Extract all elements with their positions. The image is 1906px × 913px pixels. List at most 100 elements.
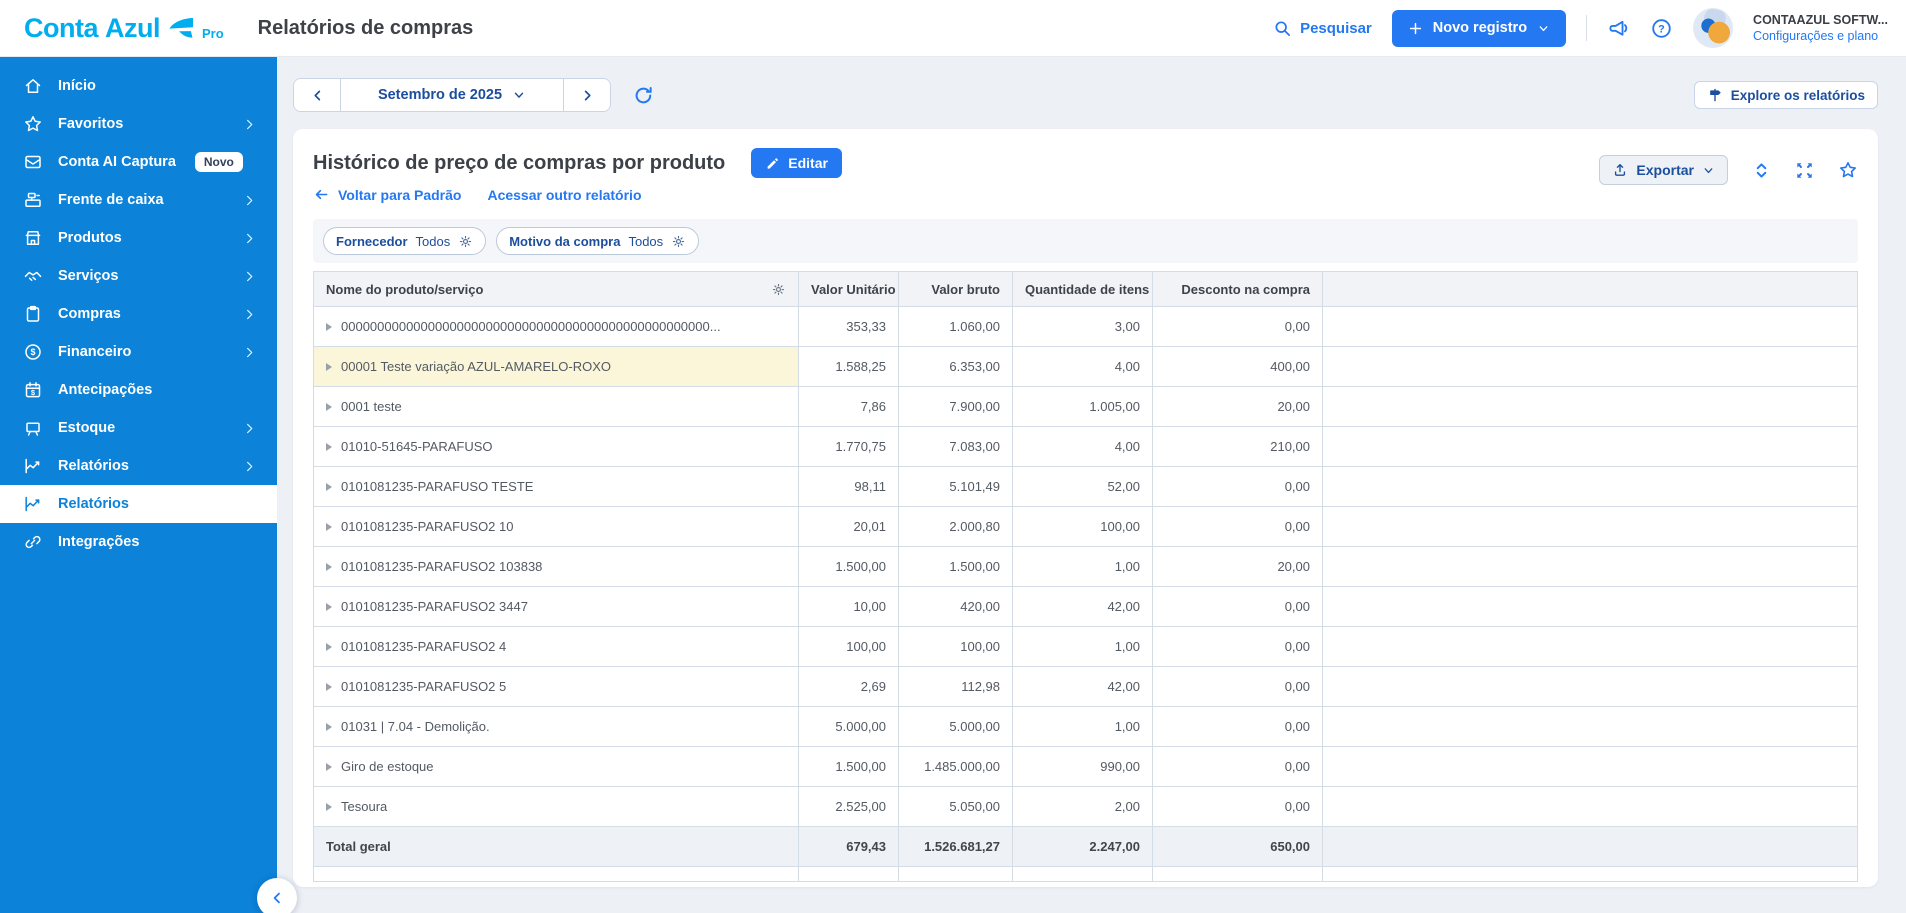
discount-cell: 0,00 xyxy=(1153,507,1323,547)
expand-row-icon[interactable] xyxy=(326,683,332,691)
unit-cell: 7,86 xyxy=(799,387,899,427)
sidebar-item-label: Serviços xyxy=(58,268,118,284)
table-row[interactable]: 0101081235-PARAFUSO2 344710,00420,0042,0… xyxy=(314,587,1858,627)
sidebar-item-frente-de-caixa[interactable]: Frente de caixa xyxy=(0,181,277,219)
dollar-circle-icon: $ xyxy=(23,342,43,362)
sidebar-collapse-button[interactable] xyxy=(257,878,297,913)
discount-cell: 0,00 xyxy=(1153,467,1323,507)
export-icon xyxy=(1612,162,1628,178)
new-record-button[interactable]: Novo registro xyxy=(1392,10,1566,47)
table-row[interactable]: 0101081235-PARAFUSO2 1020,012.000,80100,… xyxy=(314,507,1858,547)
table-row[interactable]: 0101081235-PARAFUSO TESTE98,115.101,4952… xyxy=(314,467,1858,507)
filler-cell xyxy=(1323,347,1858,387)
sidebar-item-integracoes[interactable]: Integrações xyxy=(0,523,277,561)
table-row[interactable]: 00001 Teste variação AZUL-AMARELO-ROXO1.… xyxy=(314,347,1858,387)
sidebar-item-financeiro[interactable]: $Financeiro xyxy=(0,333,277,371)
filler-cell xyxy=(1323,467,1858,507)
period-next-button[interactable] xyxy=(564,79,610,111)
expand-row-icon[interactable] xyxy=(326,363,332,371)
header-divider xyxy=(1586,15,1587,41)
discount-cell: 20,00 xyxy=(1153,387,1323,427)
filter-chip-fornecedor[interactable]: Fornecedor Todos xyxy=(323,227,486,255)
column-header-2[interactable]: Valor bruto xyxy=(899,272,1013,307)
edit-button[interactable]: Editar xyxy=(751,148,842,178)
avatar[interactable] xyxy=(1693,8,1733,48)
sidebar-item-label: Antecipações xyxy=(58,382,152,398)
total-gross-cell: 1.526.681,27 xyxy=(899,827,1013,867)
unfold-rows-button[interactable] xyxy=(1752,161,1771,180)
export-button[interactable]: Exportar xyxy=(1599,155,1728,185)
expand-row-icon[interactable] xyxy=(326,723,332,731)
table-row[interactable]: 0101081235-PARAFUSO2 1038381.500,001.500… xyxy=(314,547,1858,587)
table-row[interactable]: 0101081235-PARAFUSO2 4100,00100,001,000,… xyxy=(314,627,1858,667)
report-title: Histórico de preço de compras por produt… xyxy=(313,152,725,175)
explore-reports-button[interactable]: Explore os relatórios xyxy=(1694,81,1878,109)
period-select[interactable]: Setembro de 2025 xyxy=(340,79,564,111)
expand-row-icon[interactable] xyxy=(326,323,332,331)
sidebar-item-estoque[interactable]: Estoque xyxy=(0,409,277,447)
access-other-report-link[interactable]: Acessar outro relatório xyxy=(487,187,641,203)
table-row[interactable]: 0000000000000000000000000000000000000000… xyxy=(314,307,1858,347)
qty-cell: 3,00 xyxy=(1013,307,1153,347)
gear-icon[interactable] xyxy=(458,234,473,249)
back-to-default-label: Voltar para Padrão xyxy=(338,187,461,203)
product-name: 0101081235-PARAFUSO TESTE xyxy=(341,479,533,494)
settings-and-plan-link[interactable]: Configurações e plano xyxy=(1753,28,1888,44)
megaphone-icon[interactable] xyxy=(1607,17,1630,40)
table-row[interactable]: 01031 | 7.04 - Demolição.5.000,005.000,0… xyxy=(314,707,1858,747)
period-prev-button[interactable] xyxy=(294,79,340,111)
discount-cell: 210,00 xyxy=(1153,427,1323,467)
column-header-3[interactable]: Quantidade de itens xyxy=(1013,272,1153,307)
product-name: 0101081235-PARAFUSO2 4 xyxy=(341,639,506,654)
expand-row-icon[interactable] xyxy=(326,803,332,811)
product-name-cell: 0101081235-PARAFUSO2 3447 xyxy=(314,587,799,627)
column-header-label: Nome do produto/serviço xyxy=(326,282,483,297)
filter-chip-motivo-da-compra[interactable]: Motivo da compra Todos xyxy=(496,227,699,255)
main-content: Setembro de 2025 Explore os relatórios H… xyxy=(277,57,1906,913)
explore-reports-label: Explore os relatórios xyxy=(1731,88,1865,103)
favorite-star-button[interactable] xyxy=(1838,160,1858,180)
table-row[interactable]: Tesoura2.525,005.050,002,000,00 xyxy=(314,787,1858,827)
sidebar-item-relatorios-ativo[interactable]: Relatórios xyxy=(0,485,277,523)
back-to-default-link[interactable]: Voltar para Padrão xyxy=(313,186,461,203)
expand-row-icon[interactable] xyxy=(326,443,332,451)
fullscreen-button[interactable] xyxy=(1795,161,1814,180)
table-row[interactable]: 0101081235-PARAFUSO2 52,69112,9842,000,0… xyxy=(314,667,1858,707)
help-icon[interactable]: ? xyxy=(1650,17,1673,40)
sidebar-item-favoritos[interactable]: Favoritos xyxy=(0,105,277,143)
discount-cell: 0,00 xyxy=(1153,627,1323,667)
chevron-right-icon xyxy=(239,266,259,286)
sidebar-item-produtos[interactable]: Produtos xyxy=(0,219,277,257)
column-header-4[interactable]: Desconto na compra xyxy=(1153,272,1323,307)
unit-cell: 1.770,75 xyxy=(799,427,899,467)
column-header-name[interactable]: Nome do produto/serviço xyxy=(314,272,799,307)
expand-row-icon[interactable] xyxy=(326,643,332,651)
sidebar-item-antecipacoes[interactable]: $Antecipações xyxy=(0,371,277,409)
column-header-1[interactable]: Valor Unitário xyxy=(799,272,899,307)
column-settings-icon[interactable] xyxy=(771,282,786,297)
sidebar-item-inicio[interactable]: Início xyxy=(0,67,277,105)
table-row[interactable]: 01010-51645-PARAFUSO1.770,757.083,004,00… xyxy=(314,427,1858,467)
sidebar-item-compras[interactable]: Compras xyxy=(0,295,277,333)
qty-cell: 2,00 xyxy=(1013,787,1153,827)
sidebar-item-relatorios[interactable]: Relatórios xyxy=(0,447,277,485)
chevron-right-icon xyxy=(239,456,259,476)
sidebar-item-servicos[interactable]: Serviços xyxy=(0,257,277,295)
product-name: 0000000000000000000000000000000000000000… xyxy=(341,319,721,334)
expand-row-icon[interactable] xyxy=(326,523,332,531)
global-search-button[interactable]: Pesquisar xyxy=(1273,19,1372,38)
logo-text-conta: Conta xyxy=(24,13,98,44)
sidebar-item-conta-ai-captura[interactable]: Conta AI CapturaNovo xyxy=(0,143,277,181)
refresh-button[interactable] xyxy=(633,85,654,106)
gear-icon[interactable] xyxy=(671,234,686,249)
table-row[interactable]: Giro de estoque1.500,001.485.000,00990,0… xyxy=(314,747,1858,787)
new-record-label: Novo registro xyxy=(1433,20,1527,36)
expand-row-icon[interactable] xyxy=(326,403,332,411)
table-row[interactable]: 0001 teste7,867.900,001.005,0020,00 xyxy=(314,387,1858,427)
column-header-filler xyxy=(1323,272,1858,307)
contaazul-logo[interactable]: Conta Azul Pro xyxy=(24,13,224,44)
expand-row-icon[interactable] xyxy=(326,763,332,771)
expand-row-icon[interactable] xyxy=(326,563,332,571)
expand-row-icon[interactable] xyxy=(326,603,332,611)
expand-row-icon[interactable] xyxy=(326,483,332,491)
